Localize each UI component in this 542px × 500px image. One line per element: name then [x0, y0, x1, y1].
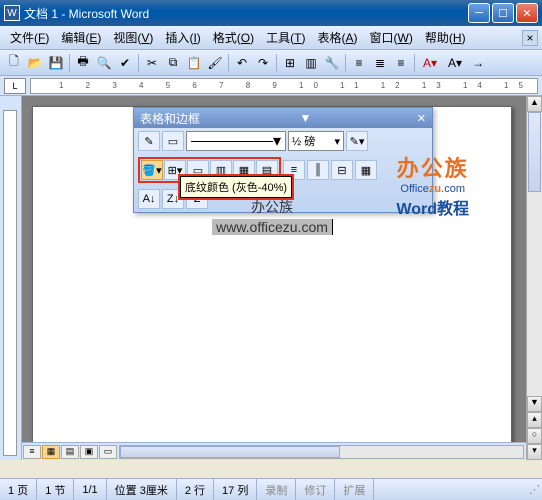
line-style-dropdown[interactable]: ▾	[186, 131, 286, 151]
ruler-bar: L	[0, 76, 542, 96]
help-context-button[interactable]: ×	[522, 30, 538, 46]
prev-page-icon[interactable]: ▴	[527, 412, 542, 428]
document-viewport: 表格和边框 ▼ ✕ ✎ ▭ ▾ ½ 磅▾ ✎▾ 🪣▾ ⊞▾ ▭ ▥	[22, 96, 542, 460]
menu-insert[interactable]: 插入(I)	[159, 26, 206, 49]
spell-icon[interactable]: ✔	[115, 53, 135, 73]
cut-icon[interactable]: ✂	[142, 53, 162, 73]
align-center-icon[interactable]: ≣	[370, 53, 390, 73]
menu-help[interactable]: 帮助(H)	[419, 26, 472, 49]
horizontal-ruler[interactable]	[30, 78, 538, 94]
vertical-scrollbar[interactable]: ▲ ▼ ▴ ○ ▾	[526, 96, 542, 460]
float-toolbar-dropdown-icon[interactable]: ▼	[299, 111, 311, 125]
print-view-icon[interactable]: ▤	[61, 445, 79, 459]
format-painter-icon[interactable]: 🖌	[205, 53, 225, 73]
scroll-up-icon[interactable]: ▲	[527, 96, 542, 112]
columns-icon[interactable]: ▥	[301, 53, 321, 73]
float-toolbar-title[interactable]: 表格和边框 ▼ ✕	[134, 108, 432, 128]
close-button[interactable]: ✕	[516, 3, 538, 23]
shading-color-icon[interactable]: 🪣▾	[141, 160, 163, 180]
document-content[interactable]: 办公族 www.officezu.com	[33, 197, 511, 235]
horizontal-scroll-row: ≡ ▦ ▤ ▣ ▭	[22, 442, 526, 460]
eraser-icon[interactable]: ▭	[162, 131, 184, 151]
watermark-brand-en: Officezu.com	[396, 183, 469, 195]
save-icon[interactable]: 💾	[46, 53, 66, 73]
browse-object-icon[interactable]: ○	[527, 428, 542, 444]
border-color-icon[interactable]: ✎▾	[346, 131, 368, 151]
vertical-ruler[interactable]	[3, 110, 17, 456]
menu-edit[interactable]: 编辑(E)	[55, 26, 107, 49]
shading-color-tooltip: 底纹颜色 (灰色-40%)	[180, 176, 292, 198]
print-icon[interactable]: 🖶	[73, 53, 93, 73]
draw-table-icon[interactable]: ✎	[138, 131, 160, 151]
preview-icon[interactable]: 🔍	[94, 53, 114, 73]
toolbox-icon[interactable]: 🔧	[322, 53, 342, 73]
horizontal-scrollbar[interactable]	[119, 445, 524, 459]
status-page: 1 页	[0, 479, 37, 500]
resize-grip-icon[interactable]: ⋰	[524, 483, 542, 496]
scroll-down-icon[interactable]: ▼	[527, 396, 542, 412]
tab-selector[interactable]: L	[4, 78, 26, 94]
minimize-button[interactable]: ─	[468, 3, 490, 23]
status-mode-revise[interactable]: 修订	[296, 479, 335, 500]
status-mode-extend[interactable]: 扩展	[335, 479, 374, 500]
menu-bar: 文件(F) 编辑(E) 视图(V) 插入(I) 格式(O) 工具(T) 表格(A…	[0, 26, 542, 50]
doc-line-1[interactable]: 办公族	[33, 197, 511, 217]
hscroll-thumb[interactable]	[120, 446, 340, 458]
table-icon[interactable]: ⊞	[280, 53, 300, 73]
distribute-cols-icon[interactable]: ║	[307, 160, 329, 180]
menu-window[interactable]: 窗口(W)	[364, 26, 419, 49]
align-left-icon[interactable]: ≡	[349, 53, 369, 73]
status-position: 位置 3厘米	[107, 479, 177, 500]
maximize-button[interactable]: ☐	[492, 3, 514, 23]
new-doc-icon[interactable]: 🗋	[4, 53, 24, 73]
open-icon[interactable]: 📂	[25, 53, 45, 73]
float-toolbar-close-icon[interactable]: ✕	[417, 112, 426, 125]
font-color-icon[interactable]: A▾	[418, 53, 442, 73]
undo-icon[interactable]: ↶	[232, 53, 252, 73]
line-weight-dropdown[interactable]: ½ 磅▾	[288, 131, 344, 151]
menu-file[interactable]: 文件(F)	[4, 26, 55, 49]
menu-format[interactable]: 格式(O)	[207, 26, 260, 49]
status-bar: 1 页 1 节 1/1 位置 3厘米 2 行 17 列 录制 修订 扩展 ⋰	[0, 478, 542, 500]
copy-icon[interactable]: ⧉	[163, 53, 183, 73]
menu-tools[interactable]: 工具(T)	[260, 26, 311, 49]
menu-table[interactable]: 表格(A)	[312, 26, 364, 49]
app-icon: W	[4, 5, 20, 21]
status-line: 2 行	[177, 479, 214, 500]
web-view-icon[interactable]: ▦	[42, 445, 60, 459]
status-column: 17 列	[214, 479, 257, 500]
float-toolbar-title-text: 表格和边框	[140, 110, 200, 127]
doc-line-2-selected[interactable]: www.officezu.com	[212, 219, 332, 235]
align-right-icon[interactable]: ≡	[391, 53, 411, 73]
next-page-icon[interactable]: ▾	[527, 444, 542, 460]
normal-view-icon[interactable]: ≡	[23, 445, 41, 459]
redo-icon[interactable]: ↷	[253, 53, 273, 73]
watermark-brand-cn: 办公族	[396, 151, 469, 183]
work-area: 表格和边框 ▼ ✕ ✎ ▭ ▾ ½ 磅▾ ✎▾ 🪣▾ ⊞▾ ▭ ▥	[0, 96, 542, 460]
reading-view-icon[interactable]: ▭	[99, 445, 117, 459]
window-titlebar: W 文档 1 - Microsoft Word ─ ☐ ✕	[0, 0, 542, 26]
standard-toolbar: 🗋 📂 💾 🖶 🔍 ✔ ✂ ⧉ 📋 🖌 ↶ ↷ ⊞ ▥ 🔧 ≡ ≣ ≡ A▾ A…	[0, 50, 542, 76]
highlight-icon[interactable]: A▾	[443, 53, 467, 73]
outline-view-icon[interactable]: ▣	[80, 445, 98, 459]
status-section: 1 节	[37, 479, 74, 500]
status-mode-record[interactable]: 录制	[257, 479, 296, 500]
menu-view[interactable]: 视图(V)	[107, 26, 159, 49]
table-props-icon[interactable]: ▦	[355, 160, 377, 180]
vscroll-thumb[interactable]	[528, 112, 541, 192]
indent-icon[interactable]: →	[468, 53, 488, 73]
status-page-of: 1/1	[74, 479, 106, 500]
window-title: 文档 1 - Microsoft Word	[24, 5, 468, 22]
paste-icon[interactable]: 📋	[184, 53, 204, 73]
document-page[interactable]: 表格和边框 ▼ ✕ ✎ ▭ ▾ ½ 磅▾ ✎▾ 🪣▾ ⊞▾ ▭ ▥	[32, 106, 512, 460]
vertical-ruler-bar	[0, 96, 22, 460]
autoformat-icon[interactable]: ⊟	[331, 160, 353, 180]
